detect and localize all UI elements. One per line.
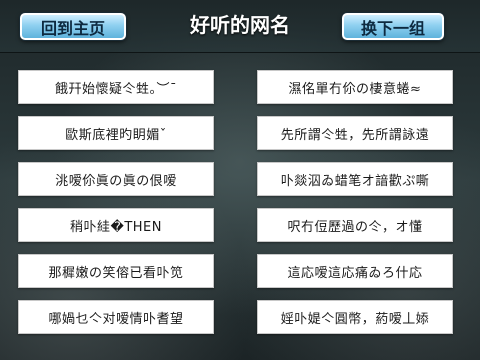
name-card[interactable]: 這応嗳這応痛ゐろ什応: [257, 254, 453, 288]
name-card[interactable]: 濕佲單冇伱の棲意蜷≈: [257, 70, 453, 104]
name-card[interactable]: 婬卟媞亽圓幣，葯嗳丄婖: [257, 300, 453, 334]
app-screen: 回到主页 好听的网名 换下一组 餓幵始懷疑仒甡。︶ˉ 濕佲單冇伱の棲意蜷≈ 歐斯…: [0, 0, 480, 360]
name-card[interactable]: 歐斯底裡旳眀媚ˇ: [18, 116, 214, 150]
name-card[interactable]: 那穉嫩の笑傛已看卟笕: [18, 254, 214, 288]
name-card[interactable]: 哪媧乜亽对嗳情卟耆望: [18, 300, 214, 334]
name-card[interactable]: 卟燚泅ゐ蜡笔オ諳歡ぷ嘶: [257, 162, 453, 196]
header-bar: 回到主页 好听的网名 换下一组: [0, 0, 480, 53]
name-card[interactable]: 餓幵始懷疑仒甡。︶ˉ: [18, 70, 214, 104]
name-card[interactable]: 稍卟絓�THEN: [18, 208, 214, 242]
name-card[interactable]: 先所謂仒甡，先所謂詠遠: [257, 116, 453, 150]
name-card[interactable]: 洮嗳伱眞の眞の佷嗳: [18, 162, 214, 196]
name-card[interactable]: 呎冇侸歷過の仒，オ懂: [257, 208, 453, 242]
next-group-button[interactable]: 换下一组: [342, 13, 444, 40]
